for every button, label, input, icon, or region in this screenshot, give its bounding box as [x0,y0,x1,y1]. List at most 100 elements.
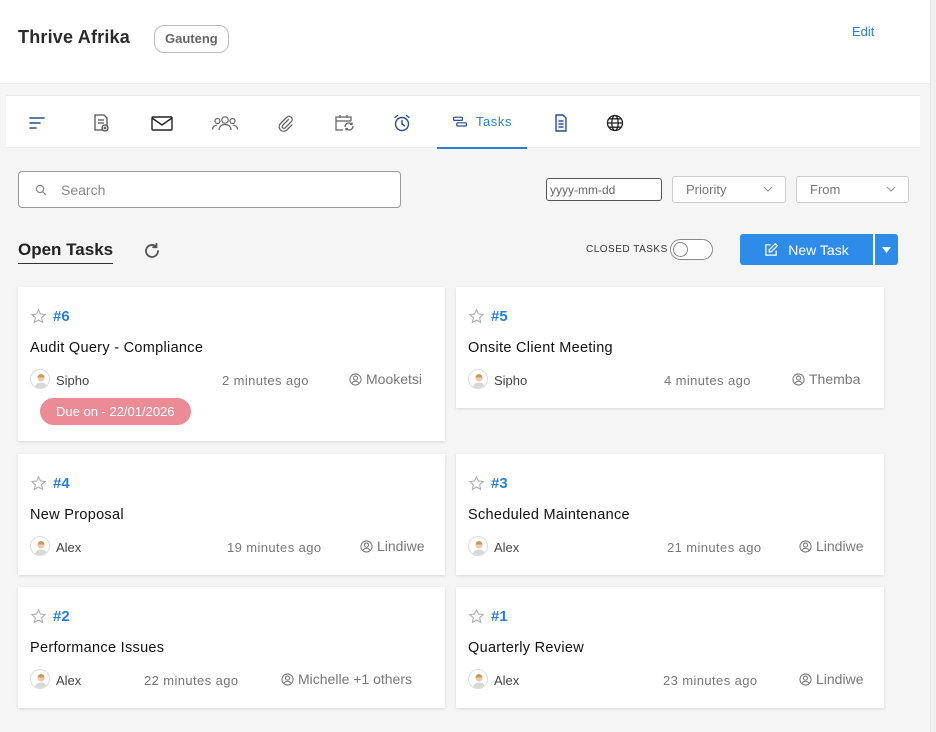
edit-icon [765,242,779,256]
task-assignee: Lindiwe [799,671,863,687]
task-assignee-name: Lindiwe [377,538,425,554]
document-icon [555,113,567,132]
task-card[interactable]: #6 Audit Query - Compliance Sipho 2 minu… [18,287,445,441]
user-avatar-icon [35,374,47,388]
task-assignee-name: Lindiwe [816,538,864,554]
task-assignee-name: Lindiwe [816,671,864,687]
task-title: Performance Issues [30,640,165,656]
closed-tasks-toggle[interactable] [670,239,713,260]
task-creator: Sipho [56,373,90,388]
tasks-icon [452,116,467,127]
task-assignee: Mooketsi [349,371,422,387]
task-time: 19 minutes ago [227,540,322,555]
star-icon[interactable] [468,308,485,325]
star-icon[interactable] [30,475,47,492]
tab-reminders[interactable] [384,96,420,149]
task-number: #1 [491,608,508,625]
avatar [30,669,50,689]
star-icon[interactable] [30,308,47,325]
region-badge: Gauteng [154,25,229,53]
closed-tasks-label: CLOSED TASKS [586,244,668,255]
task-number: #2 [53,608,70,625]
tab-recurring[interactable] [326,96,362,149]
task-card[interactable]: #5 Onsite Client Meeting Sipho 4 minutes… [456,287,884,408]
search-icon [35,184,47,195]
user-circle-icon [792,372,805,386]
star-icon[interactable] [468,475,485,492]
star-icon[interactable] [468,608,485,625]
sort-lines-icon [29,116,45,129]
from-select-label: From [810,182,841,197]
task-assignee: Themba [792,371,860,387]
user-circle-icon [799,672,812,686]
chevron-down-icon [886,186,896,192]
tab-documents[interactable] [544,96,578,149]
chevron-down-icon [763,186,773,192]
tab-contacts[interactable] [206,96,244,149]
tab-mail[interactable] [144,96,180,149]
task-title: Audit Query - Compliance [30,340,204,356]
task-creator: Alex [494,673,520,688]
note-add-icon [94,113,109,132]
refresh-icon[interactable] [143,242,161,260]
user-avatar-icon [473,374,485,388]
task-card[interactable]: #1 Quarterly Review Alex 23 minutes ago … [456,587,884,708]
edit-link[interactable]: Edit [852,24,874,39]
avatar [30,369,50,389]
tab-web[interactable] [598,96,632,149]
user-avatar-icon [473,674,485,688]
user-circle-icon [360,539,373,553]
task-assignee: Lindiwe [799,538,863,554]
priority-select-label: Priority [686,182,727,197]
page-scrollbar[interactable] [930,0,936,732]
task-card[interactable]: #4 New Proposal Alex 19 minutes ago Lind… [18,454,445,575]
tab-bar: Tasks [6,95,920,149]
task-title: Quarterly Review [468,640,584,656]
page-title: Thrive Afrika [18,27,130,47]
toggle-knob [673,242,688,257]
new-task-dropdown-button[interactable] [875,234,898,265]
avatar [468,669,488,689]
date-filter-input[interactable] [546,178,662,201]
task-time: 22 minutes ago [144,673,239,688]
tab-notes[interactable] [84,96,118,149]
search-box [18,171,401,208]
task-number: #4 [53,475,70,492]
paperclip-icon [278,115,293,132]
page-header: Thrive Afrika Gauteng Edit [0,0,930,84]
task-creator: Alex [56,540,82,555]
new-task-button[interactable]: New Task [740,234,873,265]
task-time: 2 minutes ago [222,373,309,388]
task-assignee: Lindiwe [360,538,424,554]
avatar [30,536,50,556]
globe-icon [606,114,624,131]
avatar [468,536,488,556]
priority-select[interactable]: Priority [672,176,786,203]
section-title: Open Tasks [18,240,114,264]
star-icon[interactable] [30,608,47,625]
task-card[interactable]: #2 Performance Issues Alex 22 minutes ag… [18,587,445,708]
task-assignee-name: Mooketsi [366,371,423,387]
from-select[interactable]: From [796,176,909,203]
task-number: #5 [491,308,508,325]
task-creator: Sipho [494,373,528,388]
tab-tasks[interactable]: Tasks [437,96,527,149]
mail-icon [151,115,173,131]
user-circle-icon [799,539,812,553]
search-input[interactable] [61,181,391,198]
task-creator: Alex [56,673,82,688]
task-assignee: Michelle +1 others [281,671,412,687]
avatar [468,369,488,389]
task-card[interactable]: #3 Scheduled Maintenance Alex 21 minutes… [456,454,884,575]
alarm-clock-icon [394,114,410,131]
task-creator: Alex [494,540,520,555]
task-assignee-name: Themba [809,371,861,387]
task-time: 23 minutes ago [663,673,758,688]
caret-down-icon [882,246,891,253]
task-time: 21 minutes ago [667,540,762,555]
user-circle-icon [281,672,294,686]
tab-sort[interactable] [20,96,54,149]
tab-attachments[interactable] [268,96,302,149]
group-icon [211,115,239,130]
task-time: 4 minutes ago [664,373,751,388]
